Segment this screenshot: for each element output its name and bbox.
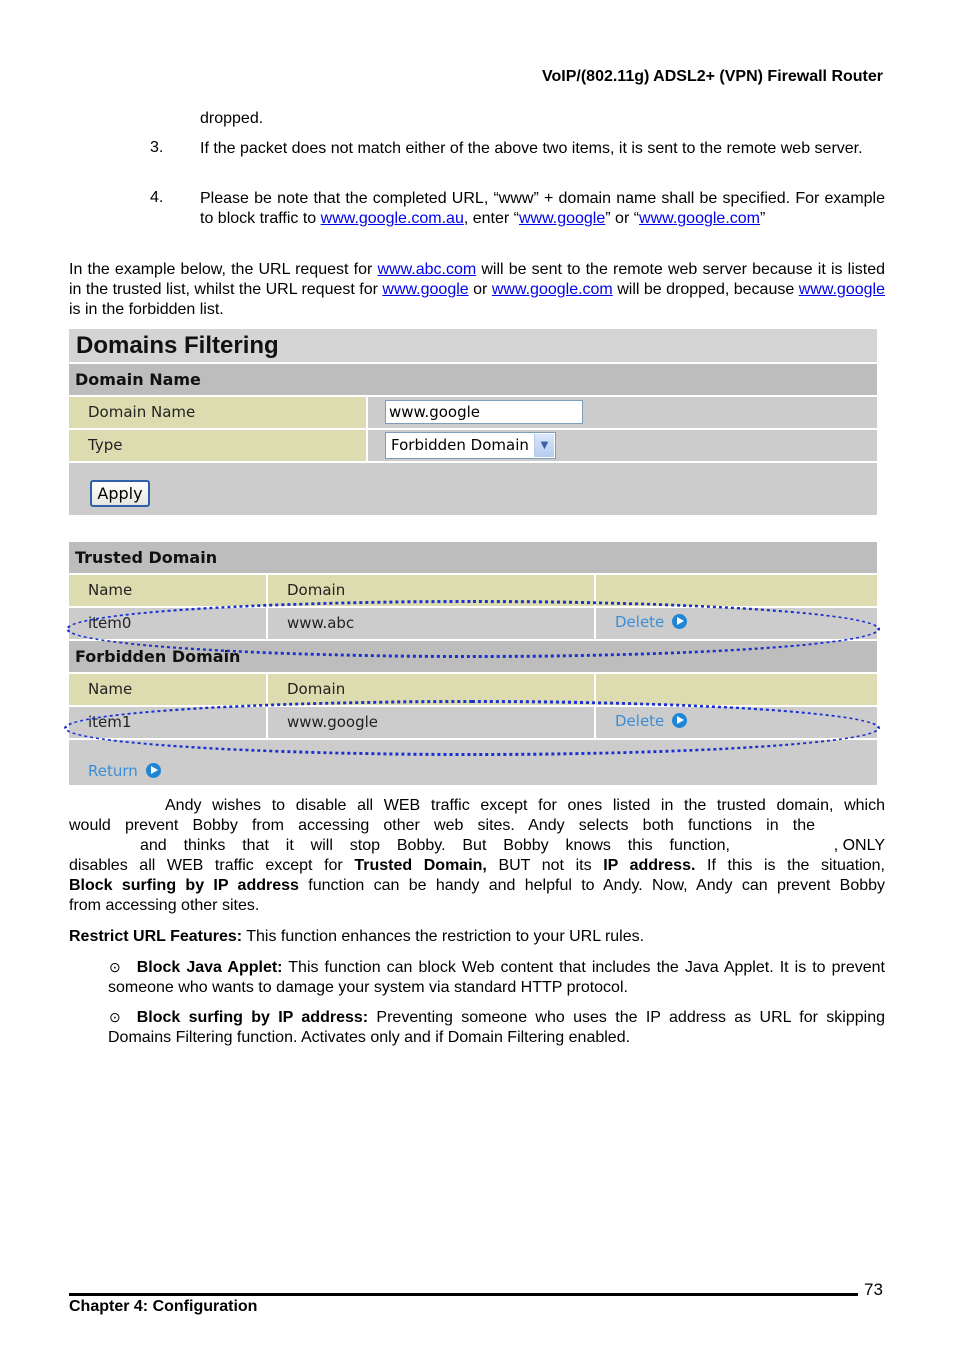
apply-area: Apply xyxy=(69,463,877,515)
line: Andy wishes to disable all WEB traffic e… xyxy=(165,797,885,814)
text: ” or “ xyxy=(605,210,640,227)
line: and thinks that it will stop Bobby. But … xyxy=(69,836,885,856)
link-google-com[interactable]: www.google.com xyxy=(492,281,613,298)
text: will be dropped, because xyxy=(612,281,799,298)
explanation-paragraph: Andy wishes to disable all WEB traffic e… xyxy=(69,796,885,916)
footer-divider xyxy=(69,1293,858,1296)
link-google[interactable]: www.google xyxy=(382,281,468,298)
chapter-label: Chapter 4: Configuration xyxy=(69,1298,258,1315)
return-link[interactable]: Return xyxy=(88,762,161,780)
chevron-down-icon[interactable]: ▼ xyxy=(534,434,554,457)
text: is in the forbidden list. xyxy=(69,301,224,318)
text: function can be handy and helpful to And… xyxy=(298,877,886,894)
type-cell: Forbidden Domain ▼ xyxy=(368,430,877,461)
row-domain: www.abc xyxy=(268,608,596,639)
domain-name-section-header: Domain Name xyxy=(69,364,877,397)
column-header-domain: Domain xyxy=(268,674,596,705)
text: and thinks that it will stop Bobby. But … xyxy=(140,837,730,854)
arrow-right-circle-icon xyxy=(145,763,161,778)
line: would prevent Bobby from accessing other… xyxy=(69,817,815,834)
bullet-label: Block Java Applet: xyxy=(136,959,283,976)
text: or xyxy=(468,281,492,298)
page-number: 73 xyxy=(864,1280,883,1299)
text: This function enhances the restriction t… xyxy=(242,928,645,945)
list-number-4: 4. xyxy=(150,189,164,206)
column-header-name: Name xyxy=(69,674,268,705)
domain-lists-panel: Trusted Domain Name Domain item0 www.abc… xyxy=(69,542,877,785)
link-google[interactable]: www.google xyxy=(799,281,885,298)
type-select-value: Forbidden Domain xyxy=(391,436,529,454)
continued-text: dropped. xyxy=(200,110,264,127)
domain-name-cell xyxy=(368,397,877,428)
text: , ONLY xyxy=(833,837,885,854)
text: IP address. xyxy=(603,857,696,874)
arrow-right-circle-icon xyxy=(672,713,688,728)
bullet-label: Block surfing by IP address: xyxy=(136,1009,369,1026)
link-google[interactable]: www.google xyxy=(519,210,605,227)
text: If this is the situation, xyxy=(695,857,886,874)
forbidden-domain-header: Forbidden Domain xyxy=(69,641,877,674)
column-header-name: Name xyxy=(69,575,268,606)
trusted-domain-header: Trusted Domain xyxy=(69,542,877,575)
example-paragraph: In the example below, the URL request fo… xyxy=(69,260,885,320)
text: , enter “ xyxy=(463,210,519,227)
circle-dot-bullet-icon: ⊙ xyxy=(109,1009,121,1025)
link-google-com-au[interactable]: www.google.com.au xyxy=(321,210,464,227)
table-row: item0 www.abc Delete xyxy=(69,608,877,641)
return-label: Return xyxy=(88,762,138,780)
panel-title: Domains Filtering xyxy=(69,329,877,364)
restrict-url-label: Restrict URL Features: xyxy=(69,928,243,945)
text: ” xyxy=(760,210,766,227)
arrow-right-circle-icon xyxy=(672,614,688,629)
list-number-3: 3. xyxy=(150,139,164,156)
text: disables all WEB traffic except for xyxy=(69,857,355,874)
type-select[interactable]: Forbidden Domain ▼ xyxy=(385,432,556,459)
line: Block surfing by IP address function can… xyxy=(69,876,885,896)
line: from accessing other sites. xyxy=(69,897,260,914)
row-name: item1 xyxy=(69,707,268,738)
link-google-com[interactable]: www.google.com xyxy=(639,210,760,227)
restrict-url-paragraph: Restrict URL Features: This function enh… xyxy=(69,927,885,947)
apply-button[interactable]: Apply xyxy=(90,480,150,507)
text: Trusted Domain, xyxy=(354,857,487,874)
type-label: Type xyxy=(69,430,368,461)
domain-name-label: Domain Name xyxy=(69,397,368,428)
bullet-block-ip: ⊙ Block surfing by IP address: Preventing… xyxy=(108,1007,885,1048)
column-header-action xyxy=(596,674,877,705)
circle-dot-bullet-icon: ⊙ xyxy=(109,959,121,975)
column-header-domain: Domain xyxy=(268,575,596,606)
domain-name-row: Domain Name xyxy=(69,397,877,430)
text: Block surfing by IP address xyxy=(69,877,299,894)
return-area: Return xyxy=(69,740,877,785)
column-header-action xyxy=(596,575,877,606)
delete-link[interactable]: Delete xyxy=(596,707,877,738)
table-row: item1 www.google Delete xyxy=(69,707,877,740)
row-domain: www.google xyxy=(268,707,596,738)
line: disables all WEB traffic except for Trus… xyxy=(69,856,885,876)
link-abc-com[interactable]: www.abc.com xyxy=(377,261,476,278)
document-header-title: VoIP/(802.11g) ADSL2+ (VPN) Firewall Rou… xyxy=(542,68,883,85)
bullet-block-java: ⊙ Block Java Applet: This function can bl… xyxy=(108,957,885,998)
forbidden-table-header: Name Domain xyxy=(69,674,877,707)
type-row: Type Forbidden Domain ▼ xyxy=(69,430,877,463)
list-item-4: Please be note that the completed URL, “… xyxy=(200,189,885,229)
delete-label: Delete xyxy=(615,613,665,631)
text: In the example below, the URL request fo… xyxy=(69,261,378,278)
domain-name-input[interactable] xyxy=(385,400,583,424)
row-name: item0 xyxy=(69,608,268,639)
list-item-3: If the packet does not match either of t… xyxy=(200,140,863,157)
delete-link[interactable]: Delete xyxy=(596,608,877,639)
delete-label: Delete xyxy=(615,712,665,730)
domains-filtering-panel: Domains Filtering Domain Name Domain Nam… xyxy=(69,329,877,515)
trusted-table-header: Name Domain xyxy=(69,575,877,608)
text: BUT not its xyxy=(486,857,604,874)
